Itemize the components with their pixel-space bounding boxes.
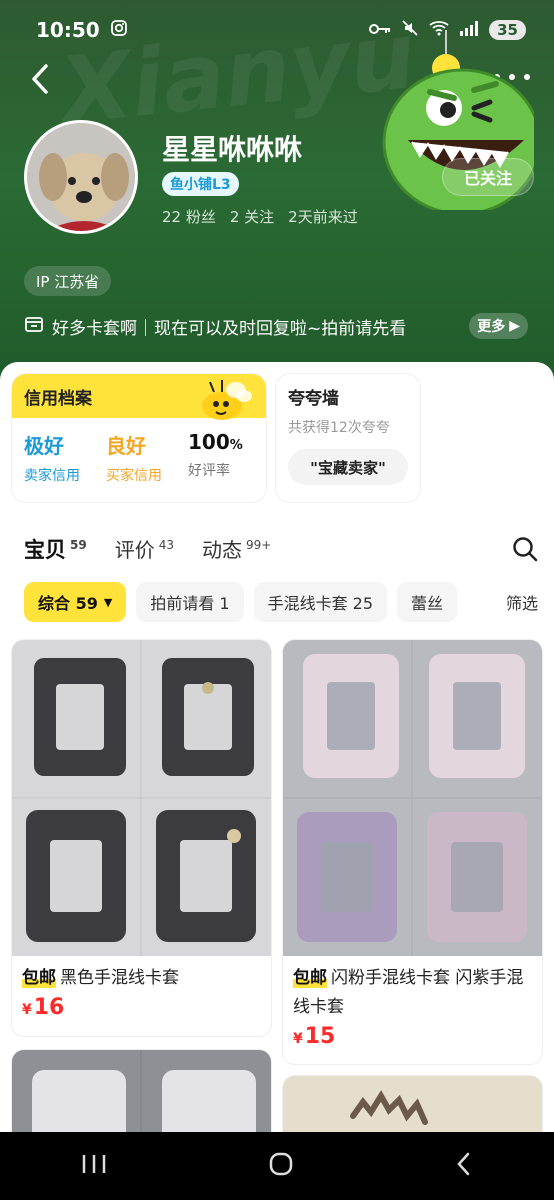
intro-more-button[interactable]: 更多 ▶ [469, 313, 528, 339]
buyer-credit: 良好 买家信用 [106, 430, 162, 485]
ip-location-tag: IP 江苏省 [24, 266, 112, 296]
more-label: 更多 [477, 319, 506, 335]
status-time: 10:50 [36, 18, 100, 42]
tab-reviews-label: 评价 [114, 538, 155, 562]
price-value: 15 [304, 1024, 336, 1049]
currency-symbol: ¥ [22, 1002, 32, 1018]
buyer-credit-label: 买家信用 [106, 468, 162, 484]
positive-rate-unit: % [229, 438, 243, 453]
product-title-text: 黑色手混线卡套 [60, 968, 179, 988]
back-button[interactable] [28, 62, 56, 96]
last-seen: 2天前来过 [288, 208, 358, 226]
credit-title: 信用档案 [24, 388, 92, 409]
praise-subtitle: 共获得12次夸夸 [288, 420, 390, 436]
product-meta: 包邮 黑色手混线卡套 ¥16 [12, 956, 271, 1028]
credit-card[interactable]: 信用档案 极好 卖家信用 良好 买家信用 100% 好评率 [12, 374, 266, 502]
tab-items-count: 59 [70, 538, 87, 552]
positive-rate: 100% 好评率 [188, 430, 243, 485]
shop-intro[interactable]: 好多卡套啊｜现在可以及时回复啦~拍前请先看 [24, 312, 464, 340]
nickname: 星星咻咻咻 [162, 133, 303, 166]
tab-reviews[interactable]: 评价 43 [115, 534, 174, 563]
chip-all[interactable]: 综合 59 ▼ [24, 582, 127, 622]
product-price: ¥15 [293, 1024, 532, 1049]
profile-header: Xianyu 10:50 35 星星咻咻咻 鱼小铺L3 22 粉丝 2 关注 2… [0, 0, 554, 400]
praise-title: 夸夸墙 [288, 389, 339, 409]
product-meta: 包邮 闪粉手混线卡套 闪紫手混线卡套 ¥15 [283, 956, 542, 1057]
follow-button[interactable]: 已关注 [442, 158, 534, 196]
status-time-group: 10:50 [36, 18, 128, 42]
free-shipping-tag: 包邮 [22, 968, 56, 988]
shop-badge-label: 鱼小铺L3 [170, 177, 231, 193]
product-image [12, 640, 271, 956]
filter-button[interactable]: 筛选 [490, 582, 554, 622]
caret-down-icon: ▼ [103, 595, 113, 609]
product-title: 包邮 黑色手混线卡套 [22, 964, 261, 993]
positive-rate-value: 100 [188, 430, 230, 454]
home-button[interactable] [268, 1151, 294, 1181]
praise-wall-card[interactable]: 夸夸墙 共获得12次夸夸 "宝藏卖家" [276, 374, 420, 502]
shop-icon [24, 314, 44, 339]
product-card[interactable]: 包邮 黑色手混线卡套 ¥16 [12, 640, 271, 1036]
seller-credit-label: 卖家信用 [24, 468, 80, 484]
positive-rate-label: 好评率 [188, 463, 230, 479]
product-title-text: 闪粉手混线卡套 闪紫手混线卡套 [293, 968, 524, 1017]
chip-read-before-buy[interactable]: 拍前请看 1 [136, 582, 244, 622]
product-card[interactable]: 包邮 闪粉手混线卡套 闪紫手混线卡套 ¥15 [283, 640, 542, 1064]
credit-card-body: 极好 卖家信用 良好 买家信用 100% 好评率 [12, 418, 266, 485]
chip-handmade-card-sleeve[interactable]: 手混线卡套 25 [253, 582, 388, 622]
product-title: 包邮 闪粉手混线卡套 闪紫手混线卡套 [293, 964, 532, 1022]
play-arrow-icon: ▶ [509, 318, 520, 334]
product-image [283, 640, 542, 956]
tab-reviews-count: 43 [158, 538, 174, 553]
tab-items[interactable]: 宝贝 59 [24, 534, 87, 564]
bee-mascot-icon [192, 378, 256, 426]
praise-tag: "宝藏卖家" [288, 449, 408, 485]
shop-intro-text: 好多卡套啊｜现在可以及时回复啦~拍前请先看 [52, 318, 407, 339]
avatar[interactable] [24, 120, 138, 234]
chip-lace[interactable]: 蕾丝 [397, 582, 458, 622]
tab-moments-count: 99+ [245, 538, 272, 553]
profile-stats: 22 粉丝 2 关注 2天前来过 [162, 206, 358, 227]
seller-credit-value: 极好 [24, 434, 64, 458]
shop-content: 信用档案 极好 卖家信用 良好 买家信用 100% 好评率 夸夸墙 共获得12次… [0, 362, 554, 1176]
seller-credit: 极好 卖家信用 [24, 430, 80, 485]
product-price: ¥16 [22, 995, 261, 1020]
shop-level-badge[interactable]: 鱼小铺L3 [162, 172, 239, 196]
tab-moments[interactable]: 动态 99+ [202, 534, 271, 563]
system-nav-bar [0, 1132, 554, 1200]
tab-moments-label: 动态 [201, 538, 242, 562]
recent-apps-button[interactable] [80, 1152, 108, 1180]
search-icon[interactable] [512, 536, 538, 562]
following-count[interactable]: 2 关注 [230, 206, 274, 227]
buyer-credit-value: 良好 [106, 434, 146, 458]
category-chips: 综合 59 ▼ 拍前请看 1 手混线卡套 25 蕾丝 [24, 582, 554, 622]
price-value: 16 [33, 995, 65, 1020]
shop-tabs: 宝贝 59 评价 43 动态 99+ [24, 534, 271, 564]
chip-all-label: 综合 59 [38, 594, 98, 613]
tab-items-label: 宝贝 [24, 538, 66, 562]
system-back-button[interactable] [454, 1151, 474, 1181]
instagram-icon [110, 18, 128, 42]
free-shipping-tag: 包邮 [293, 968, 327, 988]
currency-symbol: ¥ [293, 1031, 303, 1047]
fans-count[interactable]: 22 粉丝 [162, 206, 216, 227]
filter-label: 筛选 [505, 594, 538, 613]
